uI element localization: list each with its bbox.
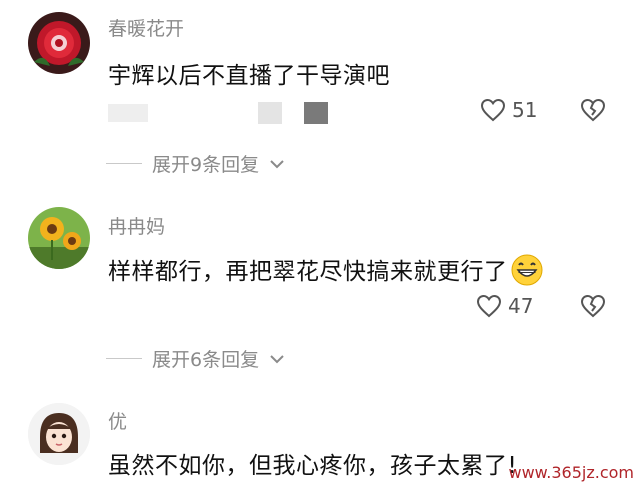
like-count: 47: [508, 294, 534, 318]
heart-icon: [480, 98, 506, 122]
blurred-meta: [108, 100, 368, 126]
like-button[interactable]: 47: [476, 294, 533, 318]
comment-text-content: 样样都行，再把翠花尽快搞来就更行了: [108, 259, 508, 285]
rose-avatar-icon[interactable]: [28, 12, 90, 74]
comment-text: 宇辉以后不直播了干导演吧: [108, 63, 390, 89]
like-count: 51: [512, 98, 538, 122]
chevron-down-icon: [270, 159, 284, 168]
expand-replies-button[interactable]: 展开6条回复: [106, 345, 285, 372]
expand-replies-button[interactable]: 展开9条回复: [106, 150, 285, 177]
heart-icon: [476, 294, 502, 318]
sunflower-avatar-icon[interactable]: [28, 207, 90, 269]
broken-heart-icon: [580, 294, 606, 318]
dislike-button[interactable]: [580, 98, 606, 126]
broken-heart-icon: [580, 98, 606, 122]
comment-username[interactable]: 优: [108, 407, 127, 434]
replies-label: 展开6条回复: [152, 349, 260, 371]
comment-text: 样样都行，再把翠花尽快搞来就更行了: [108, 252, 544, 293]
cartoon-girl-avatar-icon[interactable]: [28, 403, 90, 465]
comment-text: 虽然不如你，但我心疼你，孩子太累了!: [108, 453, 518, 479]
watermark: www.365jz.com: [508, 463, 634, 482]
grinning-emoji-icon: [510, 253, 544, 293]
like-button[interactable]: 51: [480, 98, 537, 122]
dislike-button[interactable]: [580, 294, 606, 322]
comment-username[interactable]: 冉冉妈: [108, 212, 165, 239]
divider-line: [106, 162, 142, 165]
chevron-down-icon: [270, 354, 284, 363]
comment-username[interactable]: 春暖花开: [108, 14, 184, 41]
divider-line: [106, 357, 142, 360]
replies-label: 展开9条回复: [152, 154, 260, 176]
